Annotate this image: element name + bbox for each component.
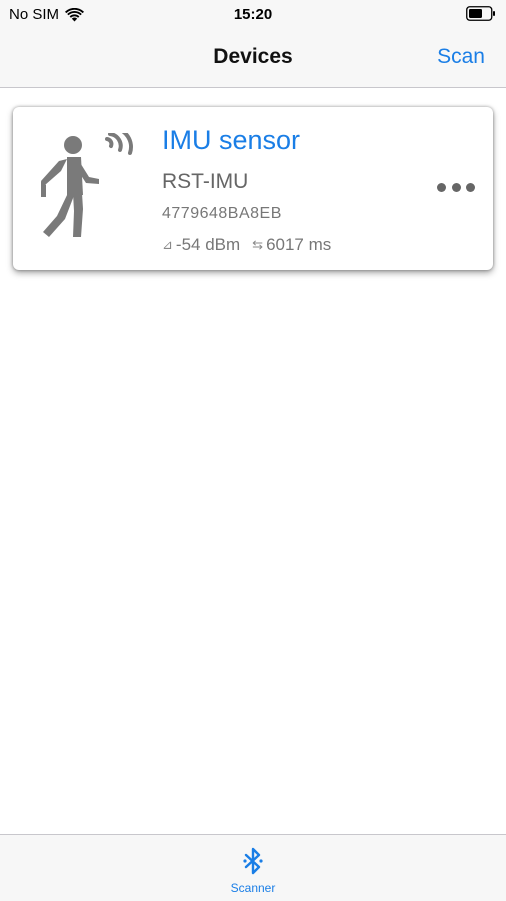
more-dot <box>437 182 446 192</box>
device-model: RST-IMU <box>162 170 249 193</box>
person-walking-signal-icon <box>41 133 133 237</box>
battery-icon <box>466 6 495 21</box>
navigation-bar: Devices Scan <box>0 30 506 88</box>
tab-bar: Scanner <box>0 834 506 901</box>
signal-strength-icon: ⊿ <box>162 237 173 252</box>
bluetooth-icon <box>243 847 263 875</box>
scan-button[interactable]: Scan <box>437 45 485 69</box>
page-title: Devices <box>213 45 293 68</box>
rssi-value: -54 dBm <box>175 235 241 254</box>
device-id: 4779648BA8EB <box>162 205 282 222</box>
status-bar: No SIM 15:20 <box>0 0 506 30</box>
more-dot <box>451 182 461 192</box>
interval-icon: ⇆ <box>252 237 264 252</box>
tab-scanner[interactable]: Scanner <box>213 845 293 899</box>
device-card[interactable]: IMU sensor RST-IMU 4779648BA8EB ⊿ -54 dB… <box>13 107 493 270</box>
interval-value: 6017 ms <box>266 235 332 254</box>
status-time: 15:20 <box>233 6 273 23</box>
more-dot <box>466 182 475 192</box>
device-stats: ⊿ -54 dBm ⇆ 6017 ms <box>162 235 331 255</box>
device-name: IMU sensor <box>162 125 301 155</box>
tab-scanner-label: Scanner <box>230 881 276 895</box>
more-options-button[interactable] <box>437 179 475 195</box>
